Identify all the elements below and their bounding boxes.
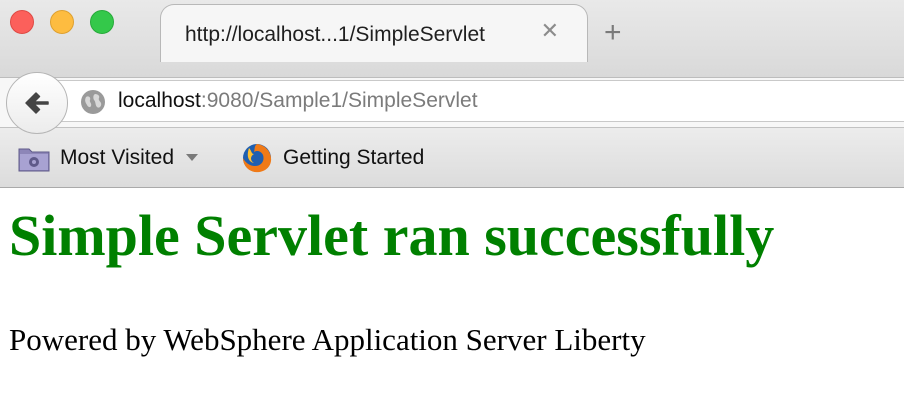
globe-icon (81, 90, 105, 114)
powered-by-text: Powered by WebSphere Application Server … (9, 322, 646, 357)
url-host: localhost (118, 89, 201, 112)
new-tab-button[interactable]: + (604, 18, 622, 48)
url-text[interactable]: localhost:9080/Sample1/SimpleServlet (118, 89, 478, 113)
page-heading: Simple Servlet ran successfully (9, 203, 775, 268)
url-path: :9080/Sample1/SimpleServlet (200, 89, 478, 112)
bookmark-label: Most Visited (60, 146, 174, 169)
close-window-button[interactable] (10, 10, 34, 34)
close-tab-icon[interactable]: ✕ (541, 20, 559, 42)
chevron-down-icon[interactable] (186, 154, 198, 162)
tab-active[interactable]: http://localhost...1/SimpleServlet ✕ (160, 4, 588, 62)
bookmark-most-visited[interactable]: Most Visited (18, 142, 198, 174)
bookmark-getting-started[interactable]: Getting Started (241, 142, 424, 174)
tab-strip: http://localhost...1/SimpleServlet ✕ + (0, 0, 904, 78)
bookmarks-toolbar: Most Visited Getting Started (0, 128, 904, 188)
bookmark-label: Getting Started (283, 146, 425, 169)
navigation-bar: localhost:9080/Sample1/SimpleServlet (0, 72, 904, 134)
firefox-icon (243, 144, 272, 173)
minimize-window-button[interactable] (50, 10, 74, 34)
maximize-window-button[interactable] (90, 10, 114, 34)
page-content: Simple Servlet ran successfully Powered … (0, 188, 904, 400)
browser-window: http://localhost...1/SimpleServlet ✕ + l… (0, 0, 904, 400)
folder-icon (18, 148, 50, 172)
tab-title: http://localhost...1/SimpleServlet (185, 23, 485, 46)
back-arrow-icon (25, 92, 49, 114)
back-button[interactable] (6, 72, 68, 134)
